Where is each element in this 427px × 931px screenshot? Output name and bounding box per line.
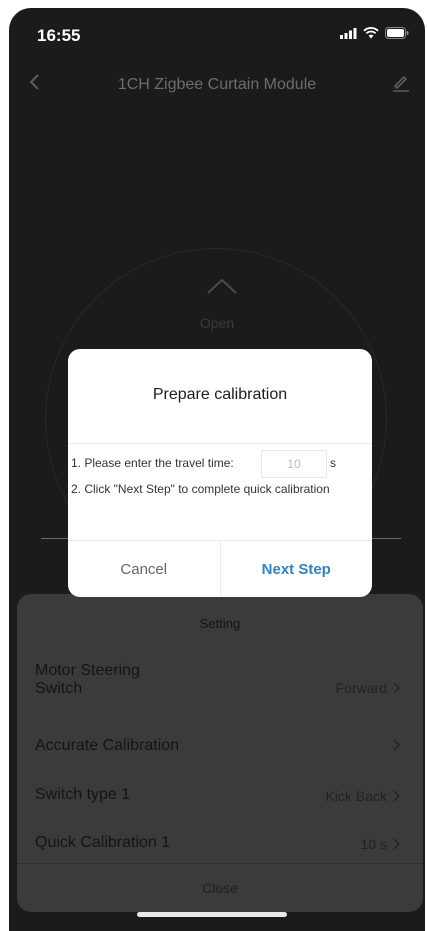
status-bar: 16:55 bbox=[9, 8, 425, 58]
open-button[interactable] bbox=[205, 276, 239, 296]
chevron-right-icon bbox=[393, 739, 400, 751]
signal-icon bbox=[340, 27, 357, 39]
row-label: Quick Calibration 1 bbox=[35, 834, 171, 851]
edit-button[interactable] bbox=[389, 70, 413, 94]
page-title: 1CH Zigbee Curtain Module bbox=[117, 76, 317, 93]
status-icons bbox=[340, 27, 409, 39]
chevron-right-icon bbox=[393, 682, 400, 694]
row-value: 10 s bbox=[361, 836, 401, 852]
chevron-right-icon bbox=[393, 790, 400, 802]
row-value-text: Forward bbox=[335, 680, 387, 696]
settings-sheet: Setting Motor Steering Switch Forward Ac… bbox=[17, 594, 423, 912]
row-value bbox=[387, 739, 401, 751]
instruction-line-2: 2. Click "Next Step" to complete quick c… bbox=[71, 482, 330, 496]
row-label: Accurate Calibration bbox=[35, 737, 180, 754]
status-time: 16:55 bbox=[37, 26, 81, 45]
row-value: Kick Back bbox=[326, 788, 401, 804]
close-button[interactable]: Close bbox=[17, 863, 423, 912]
cancel-button[interactable]: Cancel bbox=[68, 541, 221, 597]
phone-screen: 16:55 1CH Zigbee Curtain Module Open Set… bbox=[9, 8, 425, 931]
dialog-actions: Cancel Next Step bbox=[68, 540, 372, 597]
setting-row-accurate-calibration[interactable]: Accurate Calibration bbox=[17, 718, 423, 774]
row-label: Motor Steering Switch bbox=[35, 662, 140, 697]
row-label: Switch type 1 bbox=[35, 786, 131, 803]
dialog-title: Prepare calibration bbox=[152, 386, 288, 403]
settings-title: Setting bbox=[199, 616, 241, 631]
battery-icon bbox=[385, 27, 409, 39]
nav-bar: 1CH Zigbee Curtain Module bbox=[9, 64, 425, 104]
next-step-button[interactable]: Next Step bbox=[221, 541, 373, 597]
home-indicator[interactable] bbox=[137, 912, 287, 917]
row-value-text: 10 s bbox=[360, 836, 387, 852]
wifi-icon bbox=[363, 27, 379, 39]
travel-time-input[interactable] bbox=[261, 450, 327, 478]
row-value: Forward bbox=[336, 680, 401, 696]
chevron-up-icon bbox=[207, 278, 237, 294]
instruction-line-1: 1. Please enter the travel time: bbox=[71, 456, 234, 470]
calibration-dialog: Prepare calibration 1. Please enter the … bbox=[68, 349, 372, 597]
close-label: Close bbox=[202, 880, 238, 896]
row-value-text: Kick Back bbox=[325, 788, 387, 804]
setting-row-motor-steering[interactable]: Motor Steering Switch Forward bbox=[17, 650, 423, 706]
open-label: Open bbox=[199, 315, 235, 331]
travel-time-unit: s bbox=[330, 456, 336, 470]
dialog-body: 1. Please enter the travel time: s 2. Cl… bbox=[68, 443, 372, 540]
pencil-icon bbox=[393, 75, 409, 92]
chevron-right-icon bbox=[393, 838, 400, 850]
